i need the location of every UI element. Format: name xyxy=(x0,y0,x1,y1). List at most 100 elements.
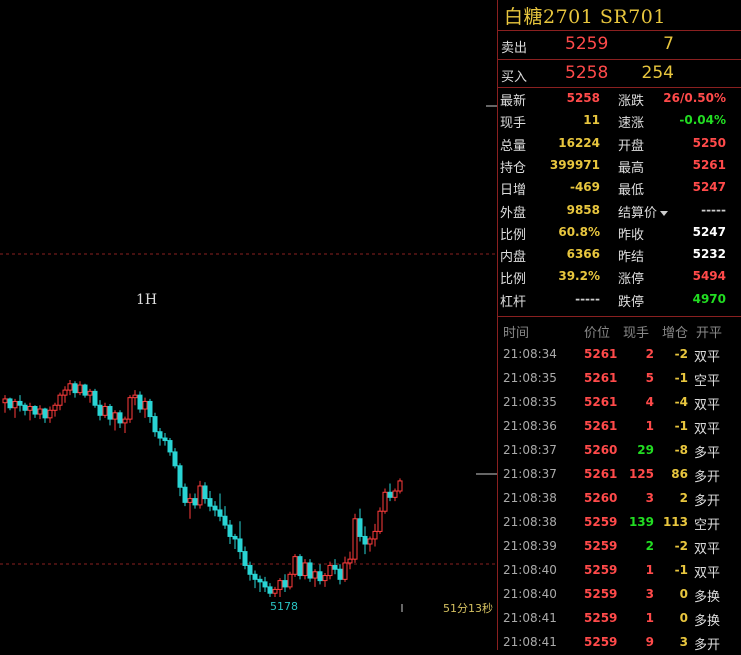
trade-oi-change: 86 xyxy=(671,467,688,481)
stat-label: 跌停 xyxy=(618,294,645,310)
stat-label: 最高 xyxy=(618,160,645,176)
trade-price: 5261 xyxy=(584,347,618,361)
candle-body xyxy=(332,564,338,570)
candle-body xyxy=(262,581,268,588)
stat-label: 外盘 xyxy=(500,205,527,221)
trade-row[interactable]: 21:08:40 5259 1 -1 双平 xyxy=(498,559,741,583)
candle-body xyxy=(107,405,113,420)
trade-type: 多换 xyxy=(694,590,721,605)
candle-body xyxy=(182,486,188,503)
col-price: 价位 xyxy=(584,326,611,341)
candle-body xyxy=(347,558,353,564)
candle-body xyxy=(307,562,313,579)
trade-time: 21:08:40 xyxy=(503,563,557,577)
trade-row[interactable]: 21:08:34 5261 2 -2 双平 xyxy=(498,343,741,367)
candle-body xyxy=(337,568,343,580)
trade-volume: 2 xyxy=(645,539,654,553)
trade-row[interactable]: 21:08:41 5259 9 3 多开 xyxy=(498,631,741,655)
trade-volume: 1 xyxy=(645,563,654,577)
ask-volume: 7 xyxy=(663,34,674,54)
candle-body xyxy=(2,398,8,404)
candle-body xyxy=(217,509,223,517)
candle-body xyxy=(17,400,23,406)
trade-time: 21:08:41 xyxy=(503,635,557,649)
trade-time: 21:08:35 xyxy=(503,395,557,409)
candle-body xyxy=(227,524,233,537)
divider xyxy=(498,316,741,317)
trade-oi-change: -8 xyxy=(674,443,688,457)
trade-price: 5259 xyxy=(584,563,618,577)
ask-row[interactable]: 卖出 5259 7 xyxy=(498,31,741,59)
candle-body xyxy=(62,389,68,396)
stat-right-3: 最高 5261 xyxy=(618,154,738,177)
stat-value: 399971 xyxy=(549,157,600,172)
trade-row[interactable]: 21:08:37 5260 29 -8 多平 xyxy=(498,439,741,463)
trade-row[interactable]: 21:08:41 5259 1 0 多换 xyxy=(498,607,741,631)
stat-label: 内盘 xyxy=(500,250,527,266)
bid-row[interactable]: 买入 5258 254 xyxy=(498,60,741,88)
stat-left-5: 外盘 9858 xyxy=(498,199,618,222)
stat-value: 60.8% xyxy=(558,224,600,239)
ask-label: 卖出 xyxy=(501,41,528,56)
candlestick-chart[interactable]: 1H 5178 51分13秒 xyxy=(0,0,497,650)
candle-body xyxy=(147,400,153,418)
trade-price: 5259 xyxy=(584,635,618,649)
stat-value: 11 xyxy=(583,113,600,128)
trade-type: 双平 xyxy=(694,350,721,365)
trade-row[interactable]: 21:08:40 5259 3 0 多换 xyxy=(498,583,741,607)
trade-oi-change: 2 xyxy=(679,491,688,505)
trade-row[interactable]: 21:08:38 5259 139 113 空开 xyxy=(498,511,741,535)
candle-body xyxy=(82,384,88,396)
candle-body xyxy=(367,538,373,545)
stat-right-4: 最低 5247 xyxy=(618,176,738,199)
candle-body xyxy=(142,400,148,410)
candle-body xyxy=(237,538,243,553)
candle-body xyxy=(122,418,128,424)
candle-body xyxy=(387,491,393,498)
candle-body xyxy=(377,510,383,532)
trade-table-header: 时间 价位 现手 增仓 开平 xyxy=(498,322,741,342)
stat-label: 最低 xyxy=(618,183,645,199)
stat-left-8: 比例 39.2% xyxy=(498,265,618,288)
candle-body xyxy=(242,551,248,566)
trade-row[interactable]: 21:08:35 5261 4 -4 双平 xyxy=(498,391,741,415)
stat-label: 杠杆 xyxy=(500,294,527,310)
candle-body xyxy=(102,405,108,416)
trade-time: 21:08:34 xyxy=(503,347,557,361)
trade-time: 21:08:36 xyxy=(503,419,557,433)
trade-type: 双平 xyxy=(694,566,721,581)
candle-body xyxy=(112,412,118,420)
trade-price: 5261 xyxy=(584,395,618,409)
stat-label: 持仓 xyxy=(500,160,527,176)
trade-row[interactable]: 21:08:37 5261 125 86 多开 xyxy=(498,463,741,487)
stat-left-0: 最新 5258 xyxy=(498,87,618,110)
stat-label: 比例 xyxy=(500,272,527,288)
stat-value: 6366 xyxy=(566,247,600,262)
stat-value: 5258 xyxy=(566,91,600,105)
stat-label: 结算价 xyxy=(618,202,669,221)
trade-row[interactable]: 21:08:39 5259 2 -2 双平 xyxy=(498,535,741,559)
dropdown-caret-icon[interactable] xyxy=(660,210,669,216)
stat-value: 5250 xyxy=(692,135,726,150)
stat-label: 速涨 xyxy=(618,116,645,132)
trade-row[interactable]: 21:08:38 5260 3 2 多开 xyxy=(498,487,741,511)
stat-right-5[interactable]: 结算价 ----- xyxy=(618,199,738,222)
trade-volume: 2 xyxy=(645,347,654,361)
stat-right-0: 涨跌 26/0.50% xyxy=(618,87,738,110)
candle-body xyxy=(372,530,378,540)
candle-body xyxy=(202,485,208,500)
trade-type: 多开 xyxy=(694,494,721,509)
stat-value: ----- xyxy=(575,291,600,306)
stat-value: 4970 xyxy=(692,291,726,306)
trade-price: 5260 xyxy=(584,491,618,505)
stat-left-9: 杠杆 ----- xyxy=(498,288,618,311)
trade-row[interactable]: 21:08:36 5261 1 -1 双平 xyxy=(498,415,741,439)
stat-left-2: 总量 16224 xyxy=(498,132,618,155)
trade-volume: 4 xyxy=(645,395,654,409)
bar-countdown: 51分13秒 xyxy=(443,602,493,615)
bid-label: 买入 xyxy=(501,70,528,85)
candle-body xyxy=(312,571,318,579)
candle-body xyxy=(157,431,163,439)
trade-row[interactable]: 21:08:35 5261 5 -1 空平 xyxy=(498,367,741,391)
candle-body xyxy=(97,404,103,416)
